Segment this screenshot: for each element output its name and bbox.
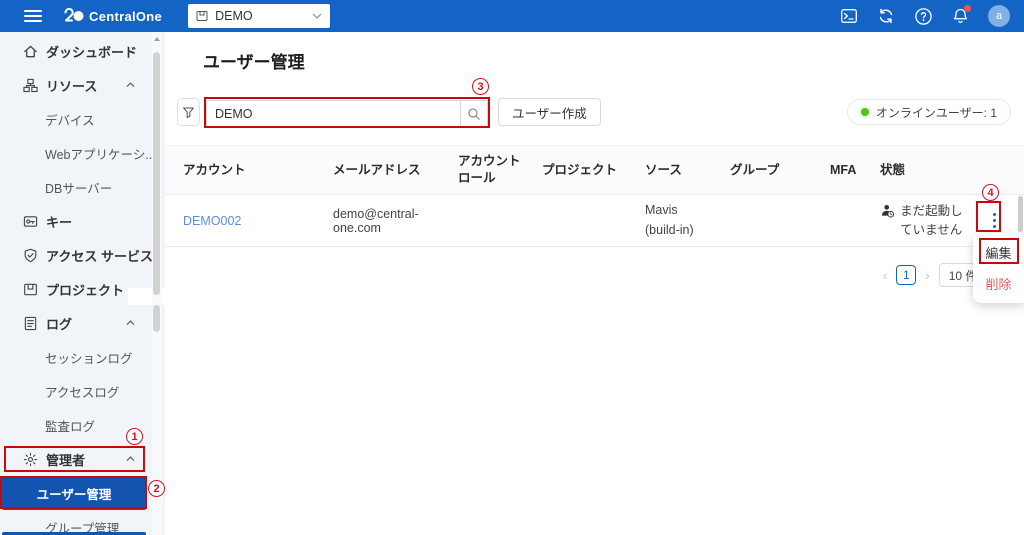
- chevron-down-icon: [312, 13, 322, 19]
- tenant-select-value: DEMO: [215, 9, 253, 23]
- sidebar-scrollbar[interactable]: [152, 32, 162, 535]
- funnel-icon: [183, 107, 194, 118]
- brand-name: CentralOne: [89, 8, 163, 24]
- menu-item-delete[interactable]: 削除: [985, 274, 1011, 293]
- search-input[interactable]: [207, 101, 460, 126]
- gear-icon: [22, 451, 38, 467]
- users-table: アカウント メールアドレス アカウント ロール プロジェクト ソース グループ …: [165, 145, 1024, 247]
- sidebar-item-devices[interactable]: デバイス: [0, 102, 165, 136]
- sidebar-scrollbar-thumb[interactable]: [153, 52, 160, 295]
- chevron-up-icon: [126, 320, 135, 326]
- search-icon[interactable]: [461, 107, 487, 121]
- home-icon: [22, 43, 38, 59]
- table-row: DEMO002 demo@central-one.com Mavis (buil…: [165, 195, 1024, 247]
- tenant-icon: [196, 10, 208, 22]
- sidebar-item-dashboard[interactable]: ダッシュボード: [0, 34, 165, 68]
- sidebar: ダッシュボード リソース デバイス Webアプリケーシ... DBサーバー キー…: [0, 32, 165, 535]
- sidebar-scrollbar-thumb2[interactable]: [153, 305, 160, 332]
- log-icon: [22, 315, 38, 331]
- hamburger-menu-icon[interactable]: [24, 10, 42, 22]
- col-mfa: MFA: [830, 162, 857, 177]
- sidebar-item-access-log[interactable]: アクセスログ: [0, 374, 165, 408]
- topbar-actions: a: [840, 5, 1010, 27]
- brand-logo-icon: [62, 8, 84, 24]
- prev-page-icon[interactable]: ‹: [883, 268, 887, 283]
- account-link[interactable]: DEMO002: [183, 214, 333, 228]
- col-project: プロジェクト: [542, 162, 618, 177]
- row-menu-icon[interactable]: [987, 209, 1002, 232]
- create-user-button[interactable]: ユーザー作成: [498, 98, 601, 126]
- col-status: 状態: [880, 162, 906, 177]
- email-cell: demo@central-one.com: [333, 206, 419, 235]
- source-cell: Mavis (build-in): [645, 203, 694, 237]
- page-title: ユーザー管理: [203, 53, 305, 72]
- next-page-icon[interactable]: ›: [925, 268, 929, 283]
- sidebar-item-user-management[interactable]: ユーザー管理: [2, 476, 146, 510]
- key-icon: [22, 213, 38, 229]
- online-users-badge: オンラインユーザー: 1: [846, 99, 1011, 125]
- resources-icon: [22, 77, 38, 93]
- status-text: まだ起動していません: [900, 203, 963, 237]
- project-icon: [22, 281, 38, 297]
- online-users-text: オンラインユーザー: 1: [875, 105, 997, 120]
- col-source: ソース: [645, 162, 682, 177]
- user-pending-icon: [881, 204, 895, 218]
- page-number[interactable]: 1: [896, 265, 917, 285]
- brand-logo: CentralOne: [62, 8, 162, 24]
- shield-check-icon: [22, 247, 38, 263]
- status-cell: まだ起動していません: [880, 202, 975, 240]
- sidebar-item-web-applications[interactable]: Webアプリケーシ...: [0, 136, 165, 170]
- notification-badge: [964, 5, 971, 12]
- col-account-role: アカウント ロール: [458, 154, 521, 185]
- main-content: ユーザー管理 ユーザー作成 オンラインユーザー: 1 アカウント メールアドレス…: [165, 32, 1024, 535]
- help-icon[interactable]: [914, 7, 932, 25]
- filter-button[interactable]: [177, 98, 200, 126]
- bell-icon[interactable]: [951, 5, 971, 25]
- col-email: メールアドレス: [333, 162, 421, 177]
- col-account: アカウント: [183, 162, 246, 177]
- row-context-menu: 編集 削除: [973, 233, 1024, 303]
- online-status-dot: [860, 108, 869, 116]
- menu-item-edit[interactable]: 編集: [985, 243, 1011, 262]
- table-header-row: アカウント メールアドレス アカウント ロール プロジェクト ソース グループ …: [165, 145, 1024, 195]
- chevron-up-icon: [126, 456, 135, 462]
- scroll-up-arrow-icon[interactable]: [154, 37, 160, 41]
- console-icon[interactable]: [840, 7, 858, 25]
- sidebar-item-audit-log[interactable]: 監査ログ: [0, 408, 165, 442]
- chevron-up-icon: [126, 82, 135, 88]
- refresh-icon[interactable]: [877, 7, 895, 25]
- sidebar-item-access-services[interactable]: アクセス サービス: [0, 238, 165, 272]
- sidebar-item-resources[interactable]: リソース: [0, 68, 165, 102]
- sidebar-item-session-log[interactable]: セッションログ: [0, 340, 165, 374]
- sidebar-item-logs[interactable]: ログ: [0, 306, 165, 340]
- col-group: グループ: [730, 162, 780, 177]
- search-box: [206, 100, 488, 127]
- sidebar-item-db-servers[interactable]: DBサーバー: [0, 170, 165, 204]
- user-avatar[interactable]: a: [988, 5, 1010, 27]
- sidebar-item-keys[interactable]: キー: [0, 204, 165, 238]
- tenant-select[interactable]: DEMO: [188, 4, 331, 28]
- sidebar-item-administrators[interactable]: 管理者: [0, 442, 165, 476]
- topbar: CentralOne DEMO a: [0, 0, 1024, 32]
- actions-cell: [975, 209, 1024, 232]
- page-scrollbar-thumb[interactable]: [1018, 196, 1023, 232]
